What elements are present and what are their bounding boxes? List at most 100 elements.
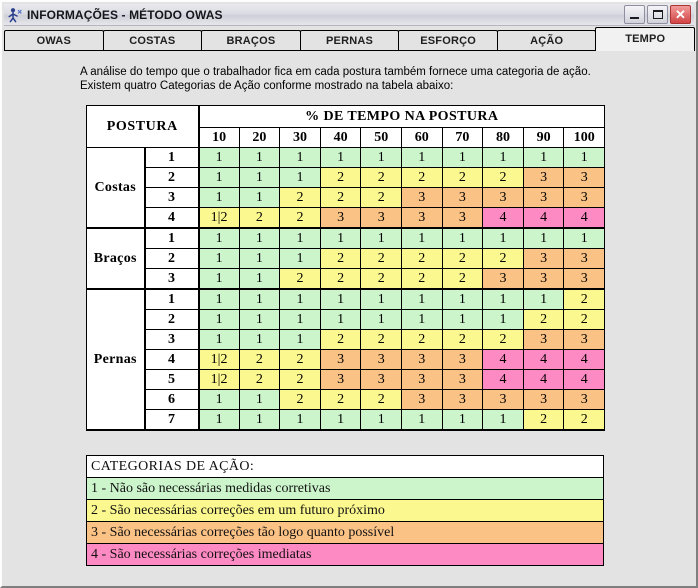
header-percent-10: 10 <box>198 127 240 148</box>
cell-braços-2-100: 3 <box>563 248 606 269</box>
cell-costas-4-50: 3 <box>360 207 402 229</box>
cell-braços-1-10: 1 <box>198 227 240 249</box>
cell-pernas-2-50: 1 <box>360 309 402 330</box>
cell-pernas-6-30: 2 <box>279 389 321 410</box>
cell-pernas-6-20: 1 <box>238 389 281 410</box>
table-row: 31122222333 <box>87 268 606 290</box>
tab-acao[interactable]: AÇÃO <box>496 30 597 51</box>
cell-pernas-2-90: 2 <box>522 309 565 330</box>
cell-pernas-5-100: 4 <box>563 369 606 390</box>
window-title: INFORMAÇÕES - MÉTODO OWAS <box>27 7 223 22</box>
intro-line-1: A análise do tempo que o trabalhador fic… <box>80 66 591 78</box>
cell-braços-2-40: 2 <box>319 248 362 269</box>
cell-pernas-6-80: 3 <box>482 389 524 410</box>
cell-pernas-2-70: 1 <box>441 309 484 330</box>
cell-pernas-3-50: 2 <box>360 329 402 350</box>
owas-time-table: POSTURA % DE TEMPO NA POSTURA 10 20 30 40 50… <box>85 105 606 431</box>
window-controls: ✕ <box>624 5 691 24</box>
cell-braços-3-30: 2 <box>279 268 321 290</box>
cell-braços-3-70: 2 <box>441 268 484 290</box>
cell-costas-2-60: 2 <box>400 167 443 188</box>
cell-braços-1-20: 1 <box>238 227 281 249</box>
table-row: 61122233333 <box>87 389 606 410</box>
cell-pernas-4-70: 3 <box>441 349 484 370</box>
cell-costas-4-80: 4 <box>482 207 524 229</box>
legend-title-row: CATEGORIAS DE AÇÃO: <box>86 455 604 478</box>
cell-costas-4-10: 1|2 <box>198 207 240 229</box>
cell-costas-1-100: 1 <box>563 147 606 168</box>
close-icon[interactable]: ✕ <box>670 5 691 24</box>
maximize-icon[interactable] <box>647 5 668 24</box>
tab-bracos[interactable]: BRAÇOS <box>201 30 301 51</box>
intro-text: A análise do tempo que o trabalhador fic… <box>80 65 591 93</box>
cell-pernas-2-80: 1 <box>482 309 524 330</box>
minimize-icon[interactable] <box>624 5 645 24</box>
cell-costas-2-20: 1 <box>238 167 281 188</box>
cell-pernas-1-20: 1 <box>238 288 281 310</box>
cell-braços-2-20: 1 <box>238 248 281 269</box>
table-header: POSTURA % DE TEMPO NA POSTURA 10 20 30 40 50… <box>85 105 606 148</box>
cell-pernas-6-50: 2 <box>360 389 402 410</box>
cell-pernas-1-10: 1 <box>198 288 240 310</box>
cell-costas-4-60: 3 <box>400 207 443 229</box>
cell-pernas-3-40: 2 <box>319 329 362 350</box>
row-number: 2 <box>143 167 200 188</box>
cell-braços-1-90: 1 <box>522 227 565 249</box>
cell-braços-1-100: 1 <box>563 227 606 249</box>
header-percent-60: 60 <box>400 127 443 148</box>
cell-pernas-5-90: 4 <box>522 369 565 390</box>
cell-pernas-5-40: 3 <box>319 369 362 390</box>
cell-pernas-5-20: 2 <box>238 369 281 390</box>
legend-item-3: 3 - São necessárias correções tão logo q… <box>86 521 604 544</box>
cell-costas-4-30: 2 <box>279 207 321 229</box>
cell-braços-3-100: 3 <box>563 268 606 290</box>
cell-pernas-5-30: 2 <box>279 369 321 390</box>
row-number: 3 <box>143 329 200 350</box>
cell-costas-3-30: 2 <box>279 187 321 208</box>
table-row: 4 1|2 2 2 3 3 3 3 4 4 4 <box>87 349 606 370</box>
tab-costas[interactable]: COSTAS <box>102 30 203 51</box>
cell-braços-2-90: 3 <box>522 248 565 269</box>
cell-pernas-5-50: 3 <box>360 369 402 390</box>
cell-costas-1-60: 1 <box>400 147 443 168</box>
legend-title: CATEGORIAS DE AÇÃO: <box>86 455 604 478</box>
cell-pernas-7-30: 1 <box>279 409 321 431</box>
tab-pernas[interactable]: PERNAS <box>299 30 400 51</box>
tab-tempo[interactable]: TEMPO <box>595 27 696 51</box>
cell-pernas-2-100: 2 <box>563 309 606 330</box>
table-row: 71111111122 <box>87 409 606 431</box>
cell-costas-1-20: 1 <box>238 147 281 168</box>
cell-pernas-2-10: 1 <box>198 309 240 330</box>
tab-esforco[interactable]: ESFORÇO <box>398 30 498 51</box>
table-row: 21112222233 <box>87 248 606 269</box>
cell-pernas-4-20: 2 <box>238 349 281 370</box>
cell-pernas-7-60: 1 <box>400 409 443 431</box>
cell-costas-3-80: 3 <box>482 187 524 208</box>
cell-pernas-1-90: 1 <box>522 288 565 310</box>
cell-braços-1-40: 1 <box>319 227 362 249</box>
row-number: 4 <box>143 349 200 370</box>
header-percent-20: 20 <box>238 127 281 148</box>
cell-pernas-7-50: 1 <box>360 409 402 431</box>
title-bar: INFORMAÇÕES - MÉTODO OWAS ✕ <box>4 4 694 26</box>
table-row: 31112222233 <box>87 329 606 350</box>
cell-braços-2-80: 2 <box>482 248 524 269</box>
cell-pernas-7-10: 1 <box>198 409 240 431</box>
cell-braços-2-60: 2 <box>400 248 443 269</box>
row-number: 7 <box>143 409 200 431</box>
cell-braços-3-40: 2 <box>319 268 362 290</box>
group-label-costas: Costas <box>86 147 146 229</box>
header-percent-40: 40 <box>319 127 362 148</box>
cell-costas-2-70: 2 <box>441 167 484 188</box>
cell-pernas-6-60: 3 <box>400 389 443 410</box>
cell-costas-4-20: 2 <box>238 207 281 229</box>
row-number: 5 <box>143 369 200 390</box>
cell-pernas-6-70: 3 <box>441 389 484 410</box>
row-number: 1 <box>143 147 200 168</box>
cell-pernas-1-30: 1 <box>279 288 321 310</box>
legend-body: CATEGORIAS DE AÇÃO: 1 - Não são necessár… <box>86 455 604 566</box>
tab-owas[interactable]: OWAS <box>4 30 104 51</box>
legend-item-1: 1 - Não são necessárias medidas corretiv… <box>86 477 604 500</box>
cell-pernas-2-30: 1 <box>279 309 321 330</box>
header-tempo: % DE TEMPO NA POSTURA <box>198 105 606 128</box>
